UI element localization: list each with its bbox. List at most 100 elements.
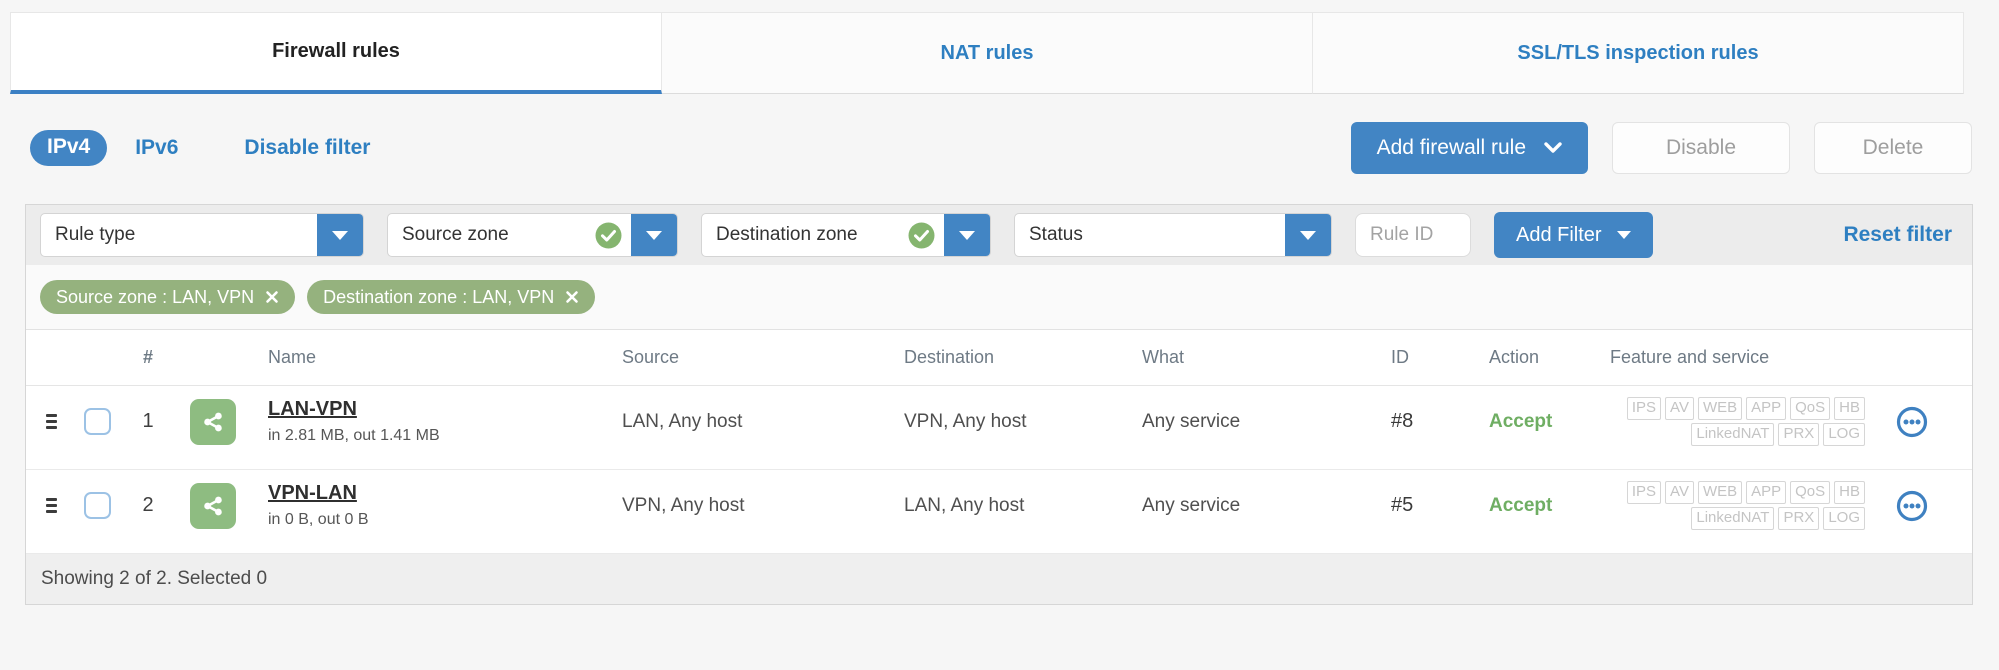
close-icon[interactable] bbox=[265, 290, 279, 304]
drag-handle-icon[interactable] bbox=[46, 498, 57, 513]
share-icon bbox=[190, 398, 236, 445]
header-feature-service: Feature and service bbox=[1610, 347, 1770, 367]
disable-button[interactable]: Disable bbox=[1612, 122, 1790, 174]
rule-name-link[interactable]: LAN-VPN bbox=[268, 398, 598, 421]
dropdown-arrow-button[interactable] bbox=[944, 214, 990, 256]
controls-right-group: Add firewall rule Disable Delete bbox=[1350, 122, 1972, 174]
triangle-down-icon bbox=[332, 230, 348, 240]
cell-destination: VPN, Any host bbox=[904, 410, 1027, 432]
drag-handle-icon[interactable] bbox=[46, 414, 57, 429]
rule-name-link[interactable]: VPN-LAN bbox=[268, 482, 598, 505]
ellipsis-icon bbox=[1896, 406, 1928, 437]
table-footer: Showing 2 of 2. Selected 0 bbox=[26, 554, 1972, 604]
feature-badge: APP bbox=[1746, 397, 1787, 420]
feature-badge: IPS bbox=[1626, 397, 1662, 420]
header-action: Action bbox=[1489, 347, 1540, 367]
header-name: Name bbox=[268, 347, 317, 367]
tab-firewall-rules[interactable]: Firewall rules bbox=[10, 12, 662, 94]
rule-name-cell: LAN-VPN in 2.81 MB, out 1.41 MB bbox=[238, 398, 598, 445]
dropdown-label: Destination zone bbox=[716, 224, 858, 245]
tab-bar: Firewall rules NAT rules SSL/TLS inspect… bbox=[10, 12, 1964, 94]
feature-badge: LOG bbox=[1823, 507, 1865, 530]
header-number: # bbox=[142, 347, 153, 367]
rule-id-input[interactable] bbox=[1355, 213, 1471, 257]
cell-source: VPN, Any host bbox=[622, 494, 745, 516]
feature-badge: APP bbox=[1746, 481, 1787, 504]
dropdown-label: Status bbox=[1029, 224, 1083, 245]
feature-badges: IPS AV WEB APP QoS HB LinkedNAT PRX LOG bbox=[1626, 481, 1865, 530]
check-circle-icon bbox=[595, 214, 622, 256]
share-icon bbox=[190, 482, 236, 529]
feature-badge: QoS bbox=[1790, 481, 1831, 504]
chevron-down-icon bbox=[1544, 136, 1562, 160]
ipv6-toggle[interactable]: IPv6 bbox=[135, 136, 178, 160]
feature-badge: WEB bbox=[1697, 481, 1743, 504]
filter-chip-destination-zone[interactable]: Destination zone : LAN, VPN bbox=[307, 280, 596, 314]
dropdown-label: Rule type bbox=[55, 224, 136, 245]
table-header-row: # Name Source Destination What ID Action… bbox=[26, 330, 1972, 386]
feature-badge: WEB bbox=[1697, 397, 1743, 420]
row-number: 2 bbox=[142, 494, 154, 516]
cell-rule-id: #5 bbox=[1391, 494, 1414, 516]
dropdown-arrow-button[interactable] bbox=[1285, 214, 1331, 256]
dropdown-arrow-button[interactable] bbox=[631, 214, 677, 256]
cell-destination: LAN, Any host bbox=[904, 494, 1025, 516]
dropdown-label: Source zone bbox=[402, 224, 509, 245]
add-filter-label: Add Filter bbox=[1516, 223, 1602, 246]
row-number: 1 bbox=[142, 410, 154, 432]
check-circle-icon bbox=[908, 214, 935, 256]
add-firewall-rule-label: Add firewall rule bbox=[1376, 136, 1526, 159]
filter-dropdown-destination-zone[interactable]: Destination zone bbox=[701, 213, 991, 257]
delete-button[interactable]: Delete bbox=[1814, 122, 1972, 174]
feature-badge: QoS bbox=[1790, 397, 1831, 420]
more-actions-button[interactable] bbox=[1895, 405, 1929, 439]
disable-filter-link[interactable]: Disable filter bbox=[244, 136, 370, 160]
ipv4-toggle[interactable]: IPv4 bbox=[30, 130, 108, 166]
header-destination: Destination bbox=[904, 347, 995, 367]
dropdown-arrow-button[interactable] bbox=[317, 214, 363, 256]
tab-label: SSL/TLS inspection rules bbox=[1517, 41, 1759, 64]
rule-traffic: in 0 B, out 0 B bbox=[268, 511, 369, 528]
filter-chip-source-zone[interactable]: Source zone : LAN, VPN bbox=[40, 280, 296, 314]
table-row: 2 VPN-LAN in 0 B, out 0 B VPN, Any host … bbox=[26, 470, 1972, 554]
rule-name-cell: VPN-LAN in 0 B, out 0 B bbox=[238, 482, 598, 529]
filter-dropdown-source-zone[interactable]: Source zone bbox=[387, 213, 678, 257]
header-id: ID bbox=[1391, 347, 1409, 367]
cell-feature-service: IPS AV WEB APP QoS HB LinkedNAT PRX LOG bbox=[1567, 397, 1972, 446]
ellipsis-icon bbox=[1896, 490, 1928, 521]
close-icon[interactable] bbox=[565, 290, 579, 304]
table-footer-status: Showing 2 of 2. Selected 0 bbox=[41, 568, 268, 589]
cell-what: Any service bbox=[1142, 494, 1241, 516]
triangle-down-icon bbox=[959, 230, 975, 240]
header-what: What bbox=[1142, 347, 1185, 367]
controls-row: IPv4 IPv6 Disable filter Add firewall ru… bbox=[30, 118, 1972, 178]
tab-nat-rules[interactable]: NAT rules bbox=[662, 12, 1313, 94]
tab-label: NAT rules bbox=[940, 41, 1034, 64]
feature-badge: AV bbox=[1665, 481, 1694, 504]
active-filter-chips: Source zone : LAN, VPN Destination zone … bbox=[26, 265, 1972, 330]
firewall-rules-panel: Rule type Source zone Destination zone S… bbox=[25, 204, 1973, 605]
filter-dropdown-rule-type[interactable]: Rule type bbox=[40, 213, 364, 257]
row-checkbox[interactable] bbox=[83, 492, 111, 519]
cell-action: Accept bbox=[1489, 494, 1553, 516]
cell-source: LAN, Any host bbox=[622, 410, 743, 432]
reset-filter-link[interactable]: Reset filter bbox=[1843, 223, 1952, 247]
row-checkbox[interactable] bbox=[83, 408, 111, 435]
feature-badge: HB bbox=[1834, 397, 1865, 420]
filter-bar: Rule type Source zone Destination zone S… bbox=[26, 205, 1972, 265]
filter-dropdown-status[interactable]: Status bbox=[1014, 213, 1332, 257]
more-actions-button[interactable] bbox=[1895, 489, 1929, 523]
feature-badge: LinkedNAT bbox=[1691, 423, 1775, 446]
chip-label: Destination zone : LAN, VPN bbox=[323, 286, 555, 307]
triangle-down-icon bbox=[1300, 230, 1316, 240]
add-filter-button[interactable]: Add Filter bbox=[1494, 212, 1653, 258]
cell-action: Accept bbox=[1489, 410, 1553, 432]
feature-badge: HB bbox=[1834, 481, 1865, 504]
tab-ssl-tls-inspection-rules[interactable]: SSL/TLS inspection rules bbox=[1313, 12, 1964, 94]
feature-badge: PRX bbox=[1778, 423, 1820, 446]
add-firewall-rule-button[interactable]: Add firewall rule bbox=[1350, 122, 1588, 174]
cell-what: Any service bbox=[1142, 410, 1241, 432]
triangle-down-icon bbox=[1616, 231, 1631, 239]
feature-badge: AV bbox=[1665, 397, 1694, 420]
header-source: Source bbox=[622, 347, 680, 367]
